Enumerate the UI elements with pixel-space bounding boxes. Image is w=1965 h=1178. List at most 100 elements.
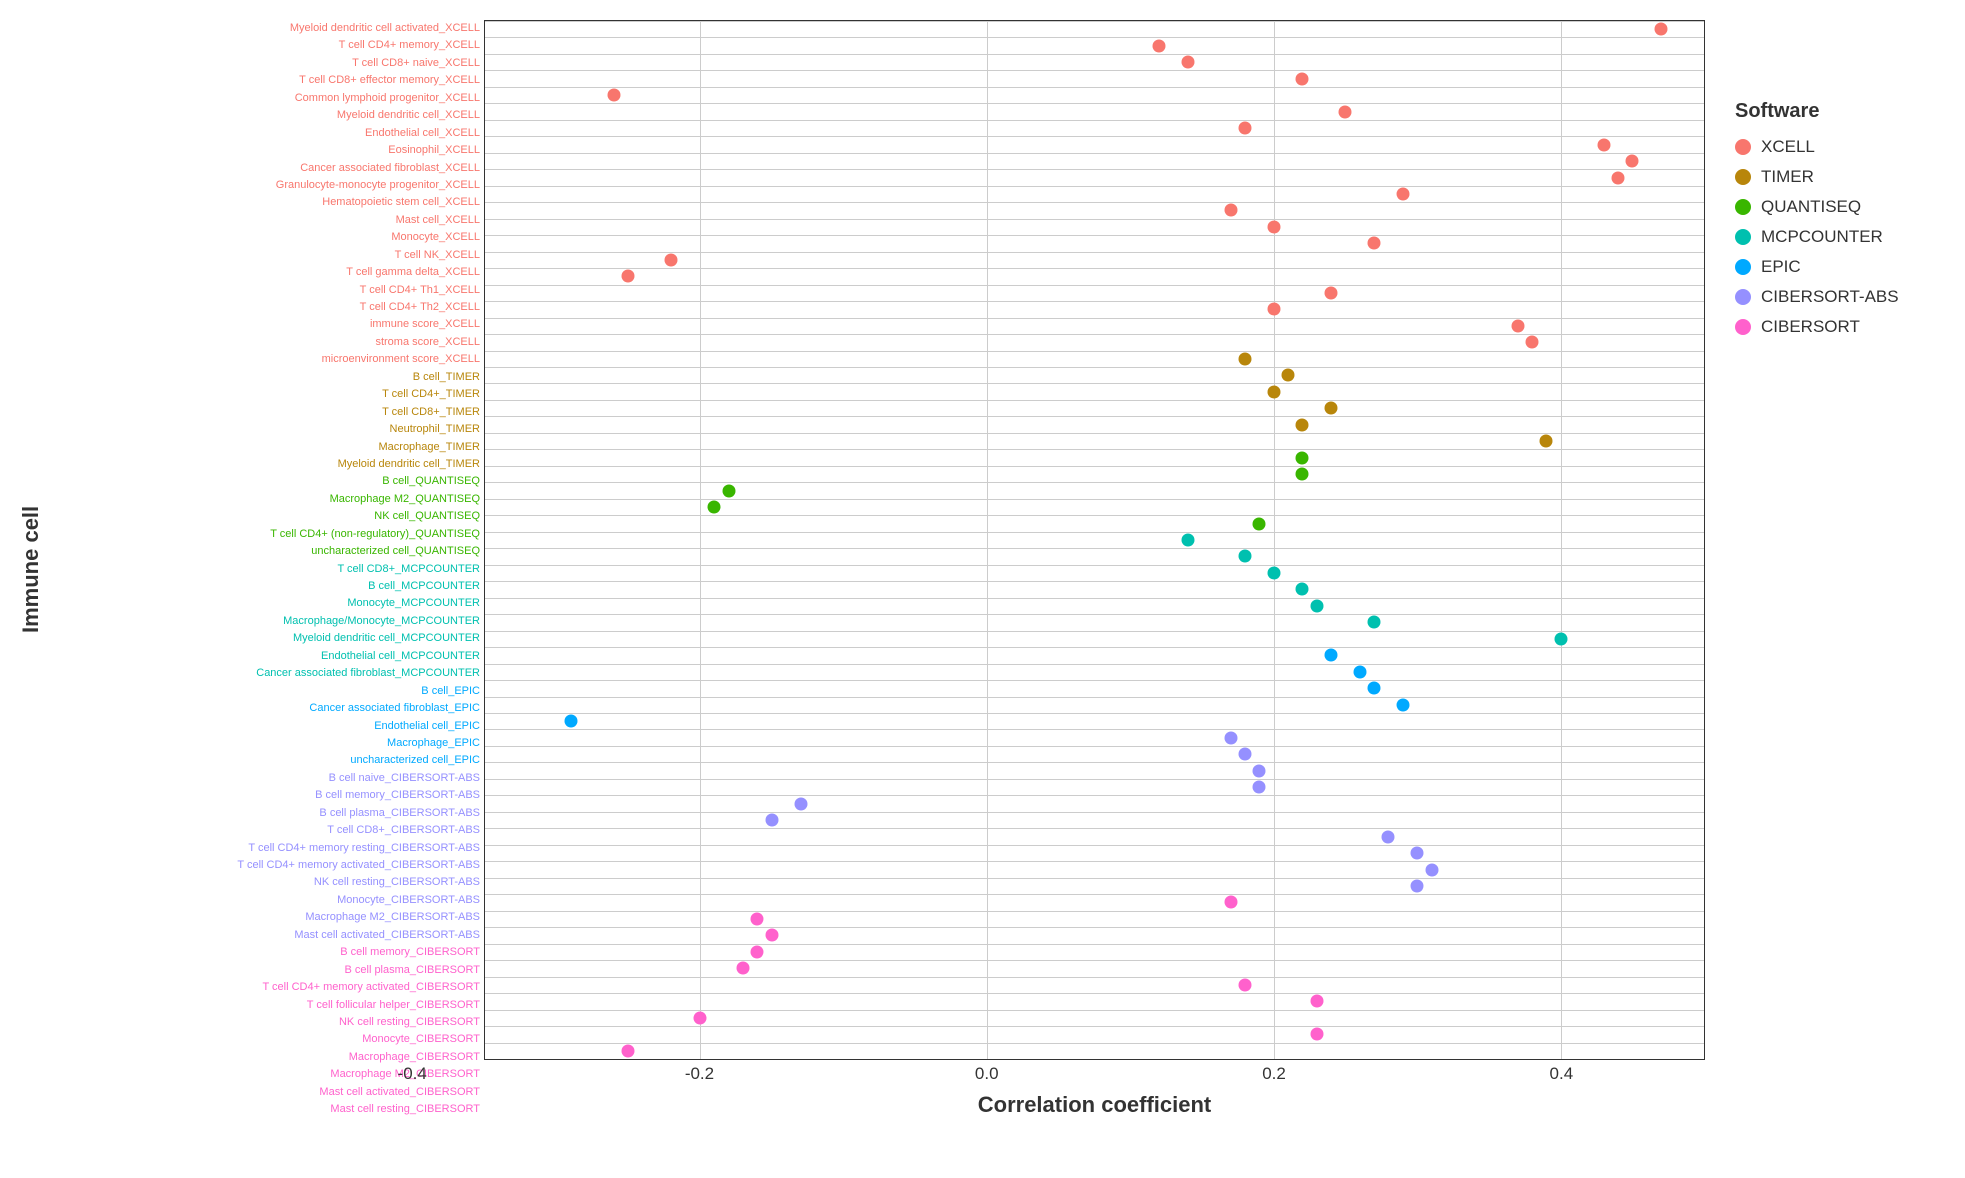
grid-line-h [485, 367, 1704, 368]
legend-item: CIBERSORT [1735, 317, 1925, 337]
data-dot [1597, 138, 1610, 151]
y-label: T cell follicular helper_CIBERSORT [44, 999, 480, 1012]
x-tick: 0.4 [1550, 1064, 1574, 1084]
grid-line-h [485, 894, 1704, 895]
legend-dot [1735, 139, 1751, 155]
data-dot [1253, 764, 1266, 777]
grid-line-h [485, 532, 1704, 533]
data-dot [665, 253, 678, 266]
grid-line-h [485, 21, 1704, 22]
x-tick: 0.2 [1262, 1064, 1286, 1084]
grid-line-h [485, 977, 1704, 978]
legend-dot [1735, 199, 1751, 215]
data-dot [794, 797, 807, 810]
grid-line-h [485, 713, 1704, 714]
y-label: Macrophage_EPIC [44, 737, 480, 750]
grid-line-h [485, 911, 1704, 912]
legend-item: MCPCOUNTER [1735, 227, 1925, 247]
grid-line-h [485, 499, 1704, 500]
legend-label: XCELL [1761, 137, 1815, 157]
y-label: Monocyte_MCPCOUNTER [44, 597, 480, 610]
legend-item: XCELL [1735, 137, 1925, 157]
grid-line-h [485, 70, 1704, 71]
y-label: B cell_TIMER [44, 371, 480, 384]
data-dot [1224, 731, 1237, 744]
grid-line-h [485, 664, 1704, 665]
y-label: T cell CD8+ effector memory_XCELL [44, 74, 480, 87]
legend-item: CIBERSORT-ABS [1735, 287, 1925, 307]
data-dot [1411, 847, 1424, 860]
x-axis-ticks: -0.4-0.20.00.20.4 [484, 1060, 1705, 1088]
grid-line-h [485, 795, 1704, 796]
y-label: Eosinophil_XCELL [44, 144, 480, 157]
grid-line-h [485, 285, 1704, 286]
y-label: Endothelial cell_EPIC [44, 720, 480, 733]
data-dot [751, 945, 764, 958]
data-dot [1267, 385, 1280, 398]
grid-line-h [485, 482, 1704, 483]
grid-line-h [485, 598, 1704, 599]
plot-area-wrapper: -0.4-0.20.00.20.4 Correlation coefficien… [484, 20, 1705, 1118]
data-dot [751, 912, 764, 925]
legend-dot [1735, 229, 1751, 245]
data-dot [1239, 748, 1252, 761]
data-dot [1224, 204, 1237, 217]
grid-line-h [485, 54, 1704, 55]
grid-line-h [485, 466, 1704, 467]
y-label: T cell gamma delta_XCELL [44, 266, 480, 279]
data-dot [1554, 632, 1567, 645]
grid-line-h [485, 120, 1704, 121]
grid-line-h [485, 927, 1704, 928]
y-labels: Myeloid dendritic cell activated_XCELL T … [44, 20, 484, 1118]
y-label: Mast cell activated_CIBERSORT [44, 1086, 480, 1099]
data-dot [1396, 188, 1409, 201]
data-dot [708, 501, 721, 514]
data-dot [722, 484, 735, 497]
y-label: B cell_EPIC [44, 685, 480, 698]
y-label: Myeloid dendritic cell activated_XCELL [44, 22, 480, 35]
x-tick: -0.4 [398, 1064, 427, 1084]
grid-line-h [485, 845, 1704, 846]
data-dot [1253, 781, 1266, 794]
data-dot [1382, 830, 1395, 843]
legend-dot [1735, 259, 1751, 275]
legend-item: EPIC [1735, 257, 1925, 277]
data-dot [1325, 286, 1338, 299]
y-label: Myeloid dendritic cell_XCELL [44, 109, 480, 122]
grid-line-h [485, 202, 1704, 203]
y-label: Endothelial cell_XCELL [44, 127, 480, 140]
plot-area [484, 20, 1705, 1060]
grid-line-h [485, 697, 1704, 698]
data-dot [1525, 336, 1538, 349]
y-label: uncharacterized cell_EPIC [44, 754, 480, 767]
y-label: Monocyte_XCELL [44, 231, 480, 244]
y-label: Cancer associated fibroblast_EPIC [44, 702, 480, 715]
grid-line-h [485, 812, 1704, 813]
y-label: T cell CD8+ naive_XCELL [44, 57, 480, 70]
grid-line-h [485, 334, 1704, 335]
data-dot [1310, 599, 1323, 612]
y-axis-label: Immune cell [10, 20, 44, 1118]
data-dot [1181, 56, 1194, 69]
data-dot [1626, 155, 1639, 168]
grid-line-h [485, 416, 1704, 417]
grid-line-h [485, 631, 1704, 632]
grid-line-h [485, 729, 1704, 730]
grid-line-v [987, 21, 988, 1059]
legend-dot [1735, 169, 1751, 185]
grid-line-v [700, 21, 701, 1059]
x-axis-label: Correlation coefficient [484, 1088, 1705, 1118]
data-dot [1267, 303, 1280, 316]
data-dot [1353, 665, 1366, 678]
y-label: T cell CD4+ Th1_XCELL [44, 284, 480, 297]
data-dot [694, 1011, 707, 1024]
data-dot [1181, 534, 1194, 547]
grid-line-v [1274, 21, 1275, 1059]
grid-line-h [485, 318, 1704, 319]
y-label: microenvironment score_XCELL [44, 353, 480, 366]
grid-line-h [485, 37, 1704, 38]
data-dot [1310, 995, 1323, 1008]
y-label: immune score_XCELL [44, 318, 480, 331]
y-label: T cell CD4+ memory activated_CIBERSORT-A… [44, 859, 480, 872]
legend-item: TIMER [1735, 167, 1925, 187]
